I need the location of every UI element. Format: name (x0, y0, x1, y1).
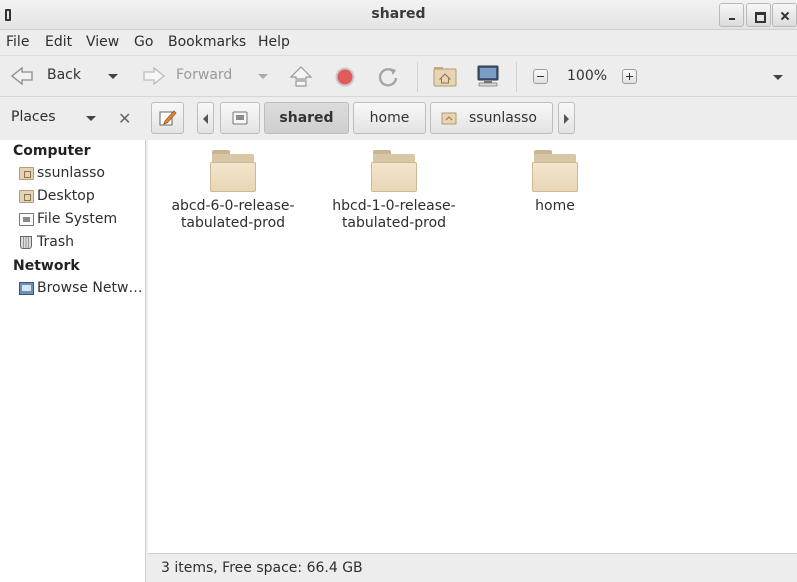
reload-icon[interactable] (377, 66, 399, 88)
folder-icon (371, 150, 417, 192)
drive-icon (232, 111, 248, 125)
sidebar-heading-computer: Computer (13, 143, 91, 159)
home-folder-icon[interactable] (433, 65, 457, 87)
places-dropdown[interactable] (86, 116, 96, 121)
menu-help[interactable]: Help (258, 34, 290, 50)
desktop-folder-icon (19, 190, 34, 203)
breadcrumb-root-button[interactable] (220, 102, 260, 134)
status-bar: 3 items, Free space: 66.4 GB (148, 553, 797, 582)
network-icon (19, 282, 34, 295)
breadcrumb-home[interactable]: home (353, 102, 426, 134)
title-bar: shared (0, 0, 797, 30)
back-history-dropdown[interactable] (108, 74, 118, 79)
status-text: 3 items, Free space: 66.4 GB (161, 560, 363, 576)
sidebar-item-trash[interactable]: Trash (19, 233, 144, 253)
sidebar-item-label: Trash (37, 234, 74, 250)
toggle-location-entry-button[interactable] (151, 102, 184, 134)
minimize-button[interactable] (719, 3, 744, 27)
forward-history-dropdown[interactable] (258, 74, 268, 79)
folder-name: hbcd-1-0-release-tabulated-prod (332, 198, 456, 231)
zoom-out-button[interactable] (533, 69, 548, 84)
back-label: Back (47, 67, 81, 83)
chevron-left-icon (203, 114, 208, 124)
computer-icon[interactable] (476, 64, 500, 88)
home-folder-icon (441, 112, 457, 125)
close-button[interactable] (772, 3, 797, 27)
window-title: shared (371, 6, 426, 22)
forward-label: Forward (176, 67, 233, 83)
places-header: Places ✕ (0, 98, 146, 139)
forward-arrow-icon (143, 66, 166, 86)
back-arrow-icon (10, 66, 33, 86)
places-label: Places (11, 109, 56, 125)
folder-item[interactable]: hbcd-1-0-release-tabulated-prod (314, 150, 474, 232)
forward-button[interactable]: Forward (140, 65, 260, 89)
up-arrow-icon[interactable] (289, 65, 313, 89)
toolbar-separator (417, 62, 418, 92)
folder-icon (532, 150, 578, 192)
sidebar-item-label: Desktop (37, 188, 95, 204)
folder-name: home (535, 198, 575, 214)
sidebar: Computer ssunlasso Desktop File System T… (0, 140, 146, 582)
folder-name: abcd-6-0-release-tabulated-prod (171, 198, 295, 231)
breadcrumb-ssunlasso-label: ssunlasso (469, 110, 537, 126)
drive-icon (19, 213, 34, 226)
sidebar-item-desktop[interactable]: Desktop (19, 187, 144, 207)
chevron-right-icon (564, 114, 569, 124)
breadcrumb-scroll-right[interactable] (558, 102, 575, 134)
location-bar: shared home ssunlasso (148, 98, 797, 139)
edit-icon (159, 110, 177, 126)
menu-file[interactable]: File (6, 34, 29, 50)
zoom-in-button[interactable] (622, 69, 637, 84)
sidebar-item-browse-network[interactable]: Browse Netw… (19, 279, 144, 299)
sidebar-item-label: ssunlasso (37, 165, 105, 181)
file-view[interactable]: abcd-6-0-release-tabulated-prod hbcd-1-0… (148, 140, 797, 553)
menu-view[interactable]: View (86, 34, 119, 50)
sidebar-item-ssunlasso[interactable]: ssunlasso (19, 164, 144, 184)
toolbar-separator (516, 62, 517, 92)
folder-icon (210, 150, 256, 192)
zoom-level[interactable]: 100% (567, 68, 607, 84)
toolbar: Back Forward 100% (0, 55, 797, 97)
trash-icon (20, 236, 32, 249)
menu-bookmarks[interactable]: Bookmarks (168, 34, 246, 50)
stop-icon[interactable] (335, 67, 355, 87)
sidebar-heading-network: Network (13, 258, 80, 274)
menu-bar: File Edit View Go Bookmarks Help (0, 30, 797, 54)
folder-item[interactable]: abcd-6-0-release-tabulated-prod (153, 150, 313, 232)
menu-edit[interactable]: Edit (45, 34, 72, 50)
home-folder-icon (19, 167, 34, 180)
sidebar-item-file-system[interactable]: File System (19, 210, 144, 230)
close-sidebar-icon[interactable]: ✕ (118, 109, 131, 128)
folder-item[interactable]: home (475, 150, 635, 215)
breadcrumb-scroll-left[interactable] (197, 102, 214, 134)
sidebar-item-label: Browse Netw… (37, 280, 143, 296)
menu-go[interactable]: Go (134, 34, 153, 50)
breadcrumb-shared[interactable]: shared (264, 102, 349, 134)
toolbar-overflow-dropdown[interactable] (773, 75, 783, 80)
breadcrumb-ssunlasso[interactable]: ssunlasso (430, 102, 553, 134)
maximize-button[interactable] (746, 3, 771, 27)
sidebar-item-label: File System (37, 211, 118, 227)
